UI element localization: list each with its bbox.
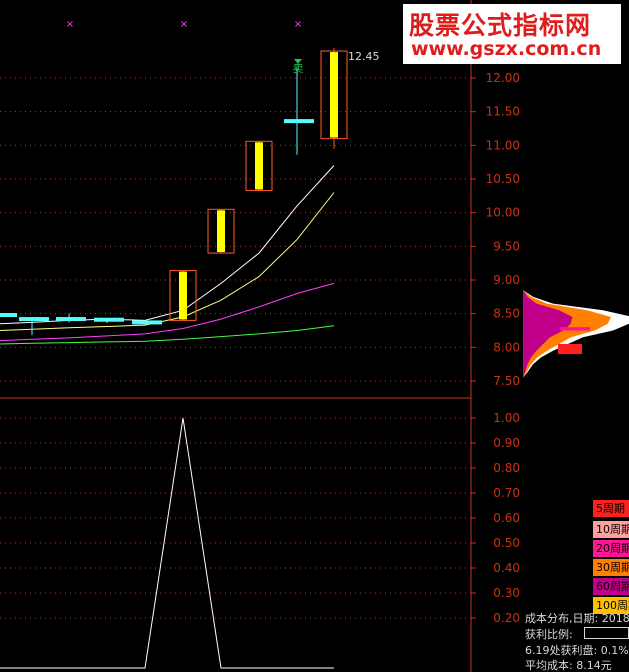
marker-x: × <box>180 19 188 30</box>
candle-body <box>19 317 49 322</box>
price-tick-label: 7.50 <box>493 374 520 388</box>
ma-line-ma5 <box>0 165 335 325</box>
chip-profile-20 <box>560 327 590 331</box>
chart-canvas: 12.00 11.50 11.00 10.50 10.00 9.50 9.00 8.50 8.0… <box>0 0 629 672</box>
candle-body <box>56 317 86 322</box>
sub-tick-label: 1.00 <box>493 411 520 425</box>
sub-tick-label: 0.90 <box>493 436 520 450</box>
candle-fill <box>179 271 187 320</box>
price-tick-label: 8.50 <box>493 307 520 321</box>
price-tick-label: 10.00 <box>486 206 520 220</box>
legend-60-period[interactable]: 60周期 <box>593 578 629 595</box>
price-tick-label: 8.00 <box>493 340 520 354</box>
sub-tick-label: 0.20 <box>493 611 520 625</box>
candle-body <box>0 313 17 318</box>
profit-ratio-label: 获利比例: <box>525 628 573 641</box>
sub-tick-label: 0.70 <box>493 486 520 500</box>
marker-x: × <box>294 19 302 30</box>
candle-body <box>132 320 162 325</box>
candle-body <box>94 317 124 322</box>
price-tick-label: 9.00 <box>493 273 520 287</box>
sub-tick-label: 0.80 <box>493 461 520 475</box>
candle-fill <box>255 142 263 190</box>
profit-at-price: 6.19处获利盘: 0.1% <box>525 644 629 657</box>
cost-distribution-date: 成本分布,日期: 2018 <box>525 612 629 625</box>
candle-fill <box>330 52 338 138</box>
candlesticks <box>0 47 348 336</box>
average-cost: 平均成本: 8.14元 <box>525 659 612 672</box>
moving-average-lines <box>0 165 335 345</box>
watermark-title: 股票公式指标网 <box>409 11 592 40</box>
price-axis: 12.00 11.50 11.00 10.50 10.00 9.50 9.00 8.50 8.0… <box>471 71 520 388</box>
marker-x: × <box>66 19 74 30</box>
profit-ratio-bar <box>584 627 629 639</box>
legend-10-period[interactable]: 10周期 <box>593 521 629 538</box>
legend-20-period[interactable]: 20周期 <box>593 540 629 557</box>
stock-chart-window: { "watermark": { "title": "股票公式指标网", "ur… <box>0 0 629 672</box>
watermark-url: www.gszx.com.cn <box>411 38 602 60</box>
candle-body <box>284 119 314 124</box>
price-tick-label: 10.50 <box>486 172 520 186</box>
price-tick-label: 12.00 <box>486 71 520 85</box>
watermark-banner: 股票公式指标网 www.gszx.com.cn <box>403 4 621 64</box>
grid-lines <box>0 77 471 619</box>
price-tick-label: 11.50 <box>486 105 520 119</box>
high-price-label: 12.45 <box>348 50 380 63</box>
chip-profile-5 <box>558 343 582 355</box>
candle-fill <box>217 210 225 253</box>
sub-axis: 1.00 0.90 0.80 0.70 0.60 0.50 0.40 0.30 0.20 <box>471 411 520 625</box>
sub-tick-label: 0.50 <box>493 536 520 550</box>
cost-distribution-profile <box>523 290 629 378</box>
price-tick-label: 9.50 <box>493 239 520 253</box>
ma-line-ma10 <box>0 192 335 331</box>
legend-5-period[interactable]: 5周期 <box>593 500 629 517</box>
price-tick-label: 11.00 <box>486 138 520 152</box>
sell-label: 卖 <box>293 62 304 75</box>
sub-tick-label: 0.60 <box>493 511 520 525</box>
legend-30-period[interactable]: 30周期 <box>593 559 629 576</box>
sub-tick-label: 0.30 <box>493 586 520 600</box>
sub-tick-label: 0.40 <box>493 561 520 575</box>
